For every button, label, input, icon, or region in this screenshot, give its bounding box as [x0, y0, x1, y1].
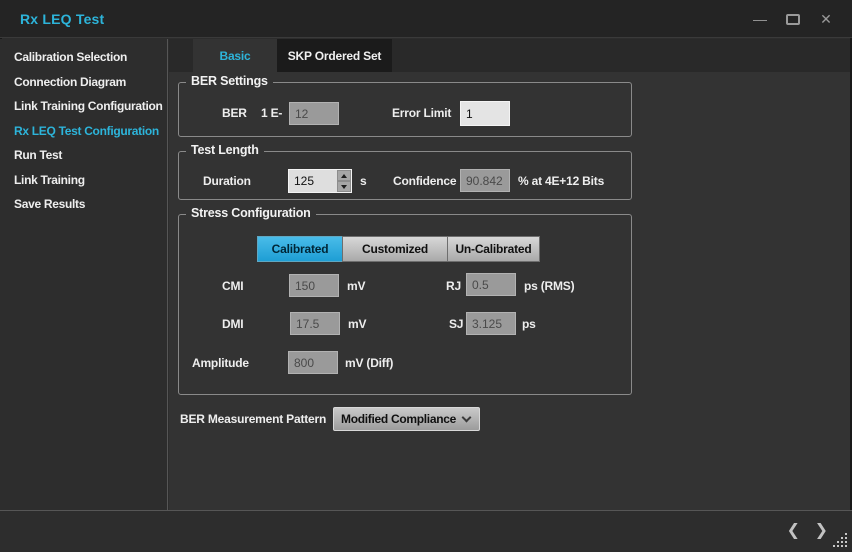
- sj-label: SJ: [449, 317, 463, 331]
- sidebar-item-calibration-selection[interactable]: Calibration Selection: [0, 45, 167, 70]
- tab-skp-ordered-set[interactable]: SKP Ordered Set: [277, 39, 392, 72]
- rj-input: [466, 273, 516, 296]
- next-page-icon[interactable]: ❯: [815, 520, 828, 540]
- amplitude-label: Amplitude: [192, 356, 249, 370]
- customized-button[interactable]: Customized: [342, 236, 448, 262]
- ber-settings-title: BER Settings: [186, 74, 273, 88]
- stress-mode-buttons: Calibrated Customized Un-Calibrated: [257, 236, 540, 262]
- error-limit-label: Error Limit: [392, 106, 451, 120]
- amplitude-input: [288, 351, 338, 374]
- ber-measurement-pattern-label: BER Measurement Pattern: [180, 412, 326, 426]
- sidebar-item-connection-diagram[interactable]: Connection Diagram: [0, 70, 167, 95]
- duration-spin-buttons: [337, 170, 351, 192]
- tab-basic[interactable]: Basic: [193, 39, 277, 72]
- sidebar-item-save-results[interactable]: Save Results: [0, 192, 167, 217]
- confidence-input: [460, 169, 510, 192]
- sidebar-item-run-test[interactable]: Run Test: [0, 143, 167, 168]
- main-panel: Basic SKP Ordered Set BER Settings BER 1…: [169, 39, 850, 510]
- ber-label: BER: [222, 106, 247, 120]
- titlebar: Rx LEQ Test — ✕: [0, 0, 852, 38]
- dmi-unit: mV: [348, 317, 366, 331]
- confidence-suffix: % at 4E+12 Bits: [518, 174, 604, 188]
- cmi-label: CMI: [222, 279, 243, 293]
- maximize-icon[interactable]: [786, 14, 800, 25]
- window-controls: — ✕: [752, 0, 834, 38]
- test-length-title: Test Length: [186, 143, 264, 157]
- duration-label: Duration: [203, 174, 251, 188]
- ber-exponent-input: [289, 102, 339, 125]
- minimize-icon[interactable]: —: [752, 12, 768, 26]
- calibrated-button[interactable]: Calibrated: [257, 236, 343, 262]
- amplitude-unit: mV (Diff): [345, 356, 393, 370]
- spin-down-icon[interactable]: [337, 181, 351, 192]
- sidebar-item-rx-leq-test-configuration[interactable]: Rx LEQ Test Configuration: [0, 119, 167, 144]
- spin-up-icon[interactable]: [337, 170, 351, 181]
- footer-bar: ❮ ❯: [0, 510, 852, 552]
- sidebar: Calibration Selection Connection Diagram…: [0, 39, 168, 510]
- sidebar-item-link-training-configuration[interactable]: Link Training Configuration: [0, 94, 167, 119]
- close-icon[interactable]: ✕: [818, 12, 834, 26]
- duration-unit: s: [360, 174, 366, 188]
- window-title: Rx LEQ Test: [20, 11, 104, 27]
- cmi-input: [289, 274, 339, 297]
- app-window: Rx LEQ Test — ✕ Calibration Selection Co…: [0, 0, 852, 552]
- resize-grip[interactable]: [833, 533, 847, 547]
- stress-configuration-title: Stress Configuration: [186, 206, 316, 220]
- sj-input: [466, 312, 516, 335]
- un-calibrated-button[interactable]: Un-Calibrated: [447, 236, 540, 262]
- sidebar-item-link-training[interactable]: Link Training: [0, 168, 167, 193]
- duration-stepper[interactable]: [288, 169, 352, 193]
- dropdown-selected-value: Modified Compliance: [334, 412, 463, 426]
- dmi-label: DMI: [222, 317, 243, 331]
- rj-label: RJ: [446, 279, 461, 293]
- cmi-unit: mV: [347, 279, 365, 293]
- confidence-label: Confidence: [393, 174, 456, 188]
- rj-unit: ps (RMS): [524, 279, 574, 293]
- error-limit-input[interactable]: [460, 101, 510, 126]
- ber-exponent-prefix: 1 E-: [261, 106, 282, 120]
- previous-page-icon[interactable]: ❮: [787, 520, 800, 540]
- sj-unit: ps: [522, 317, 536, 331]
- duration-input[interactable]: [289, 170, 337, 192]
- chevron-down-icon: [462, 412, 472, 422]
- ber-measurement-pattern-dropdown[interactable]: Modified Compliance: [333, 407, 480, 431]
- dmi-input: [290, 312, 340, 335]
